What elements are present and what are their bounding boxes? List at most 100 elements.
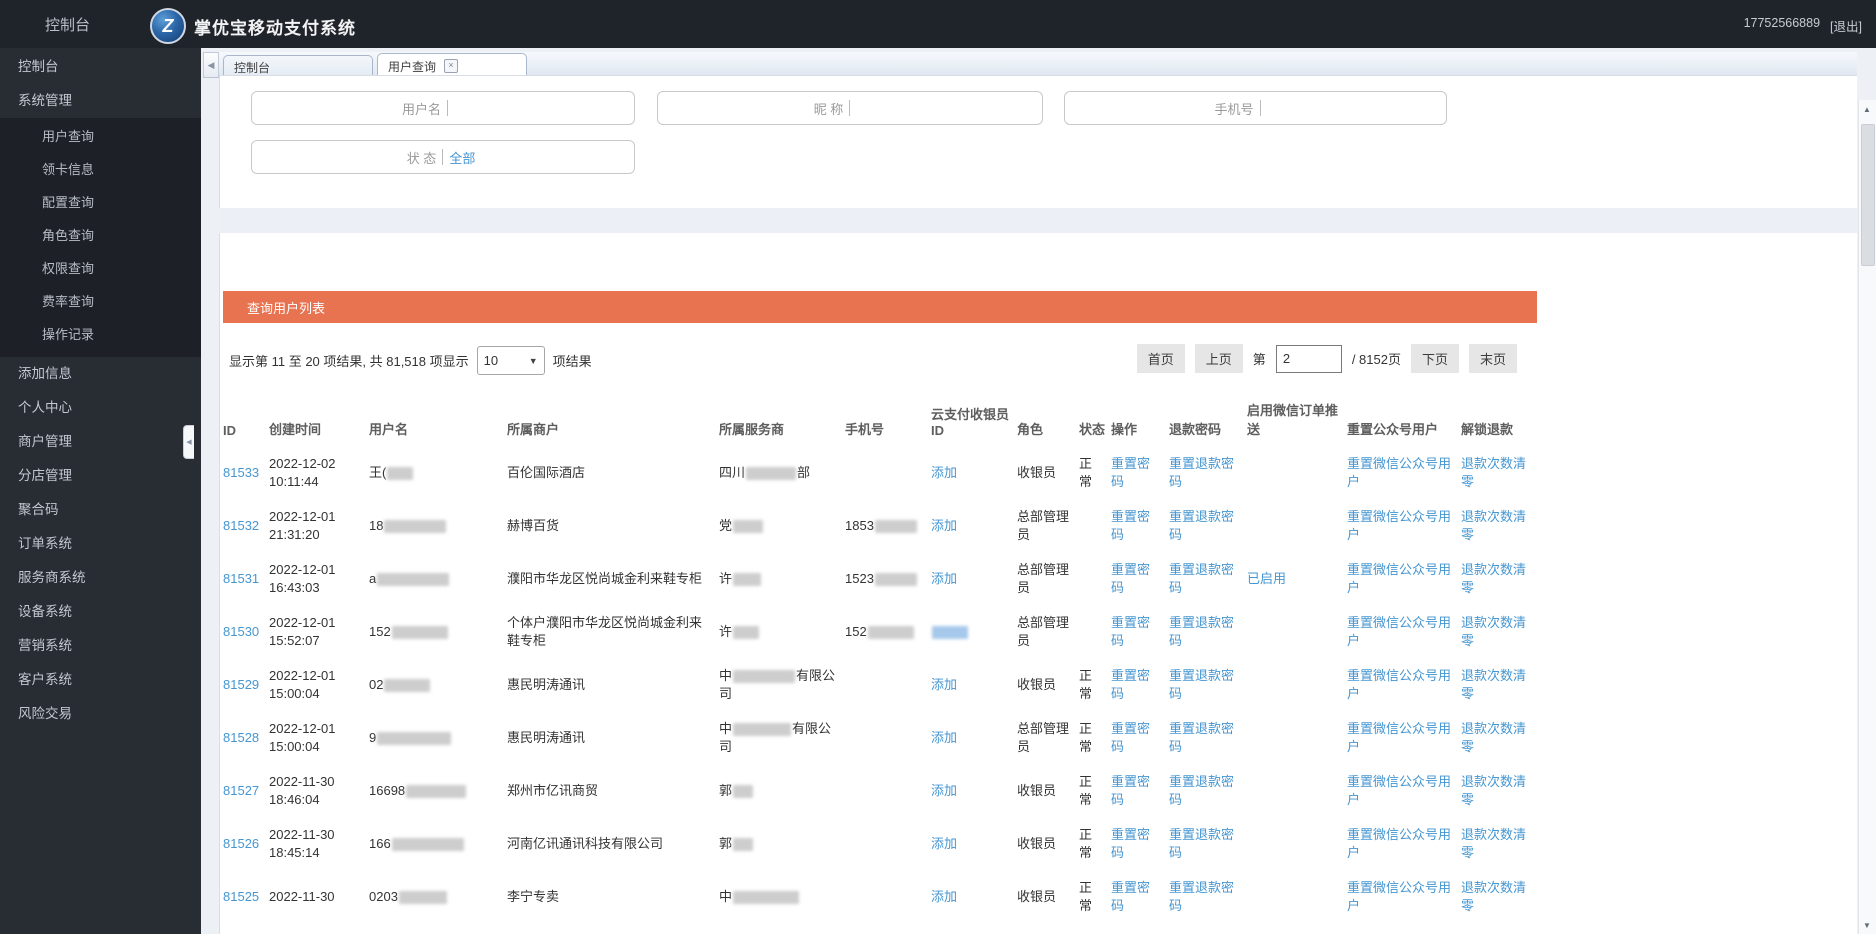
user-id-link[interactable]: 81525	[223, 889, 259, 904]
cell-actions: 重置密码	[1111, 451, 1169, 495]
clear-refund-count-link[interactable]: 退款次数清零	[1461, 880, 1526, 913]
add-cashier-id-link[interactable]: 添加	[931, 730, 957, 745]
reset-refund-password-link[interactable]: 重置退款密码	[1169, 880, 1234, 913]
sidebar-item-5[interactable]: 订单系统	[0, 527, 201, 561]
reset-password-link[interactable]: 重置密码	[1111, 456, 1150, 489]
add-cashier-id-link[interactable]: 添加	[931, 889, 957, 904]
sidebar-item-7[interactable]: 设备系统	[0, 595, 201, 629]
user-id-link[interactable]: 81529	[223, 677, 259, 692]
sidebar-collapse-handle[interactable]: ◀	[183, 425, 194, 459]
user-id-link[interactable]: 81528	[223, 730, 259, 745]
reset-refund-password-link[interactable]: 重置退款密码	[1169, 774, 1234, 807]
sidebar-item-0[interactable]: 添加信息	[0, 357, 201, 391]
reset-password-link[interactable]: 重置密码	[1111, 562, 1150, 595]
clear-refund-count-link[interactable]: 退款次数清零	[1461, 774, 1526, 807]
redacted-text	[406, 784, 467, 798]
clear-refund-count-link[interactable]: 退款次数清零	[1461, 509, 1526, 542]
reset-wechat-user-link[interactable]: 重置微信公众号用户	[1347, 880, 1451, 913]
reset-wechat-user-link[interactable]: 重置微信公众号用户	[1347, 721, 1451, 754]
first-page-button[interactable]: 首页	[1136, 344, 1185, 373]
scroll-up-icon[interactable]: ▲	[1859, 102, 1875, 117]
sidebar-item-3[interactable]: 分店管理	[0, 459, 201, 493]
sidebar-subitem-4[interactable]: 权限查询	[0, 252, 201, 285]
sidebar-subitem-5[interactable]: 费率查询	[0, 285, 201, 318]
add-cashier-id-link[interactable]: 添加	[931, 783, 957, 798]
reset-refund-password-link[interactable]: 重置退款密码	[1169, 668, 1234, 701]
sidebar-item-console[interactable]: 控制台	[0, 50, 201, 84]
cell-created: 2022-12-01 21:31:20	[269, 504, 369, 548]
sidebar-item-4[interactable]: 聚合码	[0, 493, 201, 527]
reset-refund-password-link[interactable]: 重置退款密码	[1169, 721, 1234, 754]
reset-refund-password-link[interactable]: 重置退款密码	[1169, 615, 1234, 648]
search-field-2[interactable]: 手机号	[1064, 91, 1447, 125]
clear-refund-count-link[interactable]: 退款次数清零	[1461, 827, 1526, 860]
reset-password-link[interactable]: 重置密码	[1111, 827, 1150, 860]
column-header-10: 退款密码	[1169, 422, 1222, 437]
sidebar-subitem-6[interactable]: 操作记录	[0, 318, 201, 351]
tab-scroll-left-icon[interactable]: ◀	[203, 52, 219, 77]
add-cashier-id-link[interactable]: 添加	[931, 465, 957, 480]
column-header-0: ID	[223, 423, 236, 438]
status-field[interactable]: 状 态 全部	[251, 140, 635, 174]
reset-wechat-user-link[interactable]: 重置微信公众号用户	[1347, 774, 1451, 807]
scroll-down-icon[interactable]: ▼	[1859, 918, 1875, 933]
cell-wechat-push: 已启用	[1247, 566, 1347, 592]
logout-link[interactable]: [退出]	[1830, 16, 1862, 35]
user-id-link[interactable]: 81531	[223, 571, 259, 586]
user-id-link[interactable]: 81527	[223, 783, 259, 798]
sidebar-item-6[interactable]: 服务商系统	[0, 561, 201, 595]
user-id-link[interactable]: 81526	[223, 836, 259, 851]
add-cashier-id-link[interactable]: 添加	[931, 518, 957, 533]
sidebar-subitem-0[interactable]: 用户查询	[0, 120, 201, 153]
clear-refund-count-link[interactable]: 退款次数清零	[1461, 456, 1526, 489]
sidebar-item-2[interactable]: 商户管理	[0, 425, 201, 459]
reset-refund-password-link[interactable]: 重置退款密码	[1169, 456, 1234, 489]
reset-wechat-user-link[interactable]: 重置微信公众号用户	[1347, 615, 1451, 648]
search-field-0[interactable]: 用户名	[251, 91, 635, 125]
sidebar-item-1[interactable]: 个人中心	[0, 391, 201, 425]
scrollbar-thumb[interactable]	[1861, 124, 1875, 266]
reset-wechat-user-link[interactable]: 重置微信公众号用户	[1347, 668, 1451, 701]
clear-refund-count-link[interactable]: 退款次数清零	[1461, 562, 1526, 595]
last-page-button[interactable]: 末页	[1468, 344, 1517, 373]
reset-refund-password-link[interactable]: 重置退款密码	[1169, 509, 1234, 542]
next-page-button[interactable]: 下页	[1410, 344, 1459, 373]
add-cashier-id-link[interactable]: 添加	[931, 677, 957, 692]
page-number-input[interactable]: 2	[1275, 344, 1342, 373]
tab-close-icon[interactable]: ×	[444, 59, 459, 73]
sidebar-item-9[interactable]: 客户系统	[0, 663, 201, 697]
reset-password-link[interactable]: 重置密码	[1111, 615, 1150, 648]
page-size-select[interactable]: 10 ▼	[476, 346, 545, 375]
add-cashier-id-link[interactable]: 添加	[931, 571, 957, 586]
user-id-link[interactable]: 81530	[223, 624, 259, 639]
reset-password-link[interactable]: 重置密码	[1111, 509, 1150, 542]
clear-refund-count-link[interactable]: 退款次数清零	[1461, 668, 1526, 701]
cell-cloud-cashier-id: 添加	[931, 460, 1017, 486]
reset-password-link[interactable]: 重置密码	[1111, 880, 1150, 913]
sidebar-subitem-1[interactable]: 领卡信息	[0, 153, 201, 186]
sidebar-item-8[interactable]: 营销系统	[0, 629, 201, 663]
clear-refund-count-link[interactable]: 退款次数清零	[1461, 615, 1526, 648]
add-cashier-id-link[interactable]: 添加	[931, 836, 957, 851]
user-id-link[interactable]: 81533	[223, 465, 259, 480]
reset-wechat-user-link[interactable]: 重置微信公众号用户	[1347, 509, 1451, 542]
sidebar-item-system-mgmt[interactable]: 系统管理	[0, 84, 201, 118]
sidebar-item-10[interactable]: 风险交易	[0, 697, 201, 731]
reset-wechat-user-link[interactable]: 重置微信公众号用户	[1347, 562, 1451, 595]
vertical-scrollbar[interactable]: ▲ ▼	[1858, 100, 1876, 935]
reset-refund-password-link[interactable]: 重置退款密码	[1169, 827, 1234, 860]
reset-wechat-user-link[interactable]: 重置微信公众号用户	[1347, 827, 1451, 860]
reset-password-link[interactable]: 重置密码	[1111, 721, 1150, 754]
status-field-value[interactable]: 全部	[449, 148, 479, 167]
reset-password-link[interactable]: 重置密码	[1111, 668, 1150, 701]
tab-label: 用户查询	[388, 59, 437, 74]
reset-wechat-user-link[interactable]: 重置微信公众号用户	[1347, 456, 1451, 489]
sidebar-subitem-2[interactable]: 配置查询	[0, 186, 201, 219]
reset-refund-password-link[interactable]: 重置退款密码	[1169, 562, 1234, 595]
prev-page-button[interactable]: 上页	[1194, 344, 1243, 373]
user-id-link[interactable]: 81532	[223, 518, 259, 533]
reset-password-link[interactable]: 重置密码	[1111, 774, 1150, 807]
search-field-1[interactable]: 昵 称	[657, 91, 1043, 125]
clear-refund-count-link[interactable]: 退款次数清零	[1461, 721, 1526, 754]
sidebar-subitem-3[interactable]: 角色查询	[0, 219, 201, 252]
